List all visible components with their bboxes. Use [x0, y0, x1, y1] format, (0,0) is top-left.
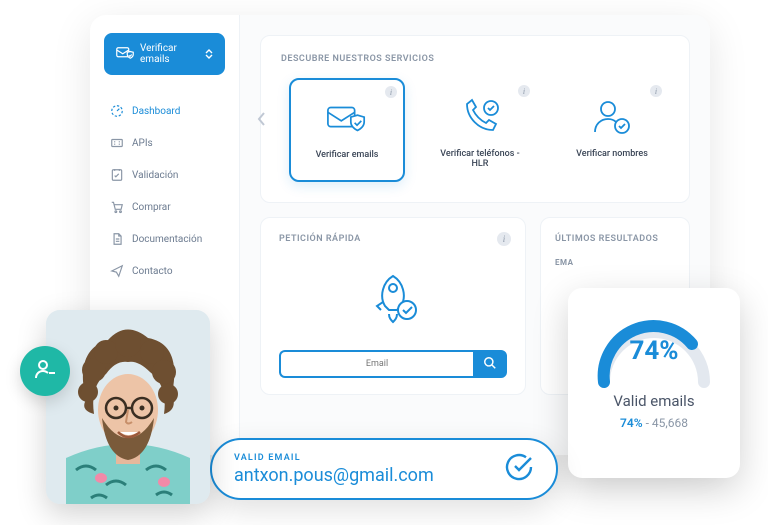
check-circle-icon: [504, 452, 534, 486]
user-badge[interactable]: [20, 346, 70, 396]
gauge-title: Valid emails: [613, 392, 694, 410]
service-card-emails[interactable]: i Verificar emails: [289, 78, 405, 182]
service-dropdown[interactable]: Verificar emails: [104, 33, 225, 75]
quick-search-row: [279, 350, 507, 378]
services-row: i Verificar emails i: [281, 78, 669, 182]
dashboard-icon: [110, 104, 124, 118]
phone-check-icon: [459, 97, 501, 139]
doc-icon: [110, 232, 124, 246]
validation-icon: [110, 168, 124, 182]
pill-email: antxon.pous@gmail.com: [234, 465, 434, 486]
gauge-percent: 74%: [629, 336, 678, 366]
info-icon[interactable]: i: [650, 85, 662, 97]
service-label: Verificar nombres: [576, 149, 648, 159]
gauge-detail-count: 45,668: [652, 416, 688, 430]
info-icon[interactable]: i: [385, 86, 397, 98]
email-input[interactable]: [279, 350, 473, 378]
quick-header: PETICIÓN RÁPIDA: [279, 234, 507, 244]
nav-label: Contacto: [132, 266, 173, 277]
nav-item-dashboard[interactable]: Dashboard: [104, 97, 225, 125]
dropdown-label: Verificar emails: [140, 43, 205, 65]
user-minus-icon: [33, 357, 57, 385]
nav-label: Dashboard: [132, 106, 180, 117]
api-icon: [110, 136, 124, 150]
info-icon[interactable]: i: [497, 232, 511, 246]
nav-item-documentacion[interactable]: Documentación: [104, 225, 225, 253]
nav-item-apis[interactable]: APIs: [104, 129, 225, 157]
nav-label: Validación: [132, 170, 178, 181]
search-button[interactable]: [473, 350, 507, 378]
nav-item-comprar[interactable]: Comprar: [104, 193, 225, 221]
service-card-names[interactable]: i Verificar nombres: [555, 78, 669, 182]
mail-shield-icon: [326, 98, 368, 140]
info-icon[interactable]: i: [518, 85, 530, 97]
nav-item-validacion[interactable]: Validación: [104, 161, 225, 189]
nav-item-contacto[interactable]: Contacto: [104, 257, 225, 285]
nav-label: APIs: [132, 138, 153, 149]
results-header: ÚLTIMOS RESULTADOS: [555, 234, 675, 244]
results-col-header: EMA: [555, 258, 675, 267]
send-icon: [110, 264, 124, 278]
services-panel: DESCUBRE NUESTROS SERVICIOS i Ver: [260, 35, 690, 203]
mail-shield-icon: [116, 46, 134, 63]
service-card-phones[interactable]: i Verificar teléfonos - HLR: [423, 78, 537, 182]
cart-icon: [110, 200, 124, 214]
chevron-up-down-icon: [205, 49, 213, 59]
gauge-card: 74% Valid emails 74% - 45,668: [568, 288, 740, 478]
gauge-detail: 74% - 45,668: [620, 416, 688, 430]
nav-list: Dashboard APIs Validación Comprar: [104, 97, 225, 285]
avatar-illustration: [46, 310, 210, 504]
carousel-prev-button[interactable]: [251, 108, 273, 130]
services-header: DESCUBRE NUESTROS SERVICIOS: [281, 54, 669, 64]
pill-tag: VALID EMAIL: [234, 453, 434, 463]
gauge-detail-pct: 74%: [620, 416, 643, 430]
service-label: Verificar emails: [316, 150, 379, 160]
nav-label: Comprar: [132, 202, 171, 213]
quick-request-panel: PETICIÓN RÁPIDA i: [260, 217, 526, 395]
valid-email-pill: VALID EMAIL antxon.pous@gmail.com: [210, 438, 558, 500]
service-label: Verificar teléfonos - HLR: [432, 149, 528, 169]
user-check-icon: [591, 97, 633, 139]
rocket-check-icon: [279, 266, 507, 330]
avatar-card: [46, 310, 210, 504]
nav-label: Documentación: [132, 234, 202, 245]
search-icon: [483, 355, 497, 374]
